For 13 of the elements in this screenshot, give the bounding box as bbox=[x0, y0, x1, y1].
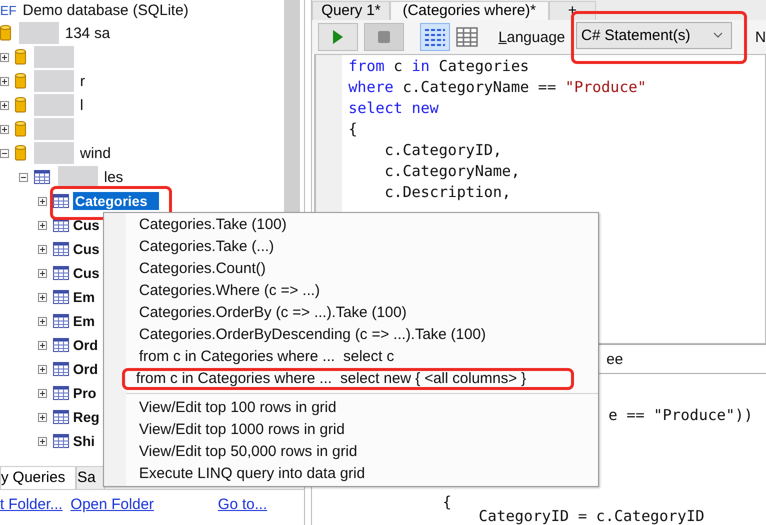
code-line: CategoryID = c.CategoryID bbox=[478, 507, 706, 525]
language-label: Language bbox=[498, 28, 566, 46]
code-line: c.Description, bbox=[384, 182, 512, 203]
code-line: e == "Produce")) bbox=[608, 405, 754, 426]
code-line: { bbox=[348, 119, 358, 140]
code-line: { bbox=[442, 492, 453, 513]
toolbar-label: N bbox=[755, 28, 766, 46]
code-line: where c.CategoryName == "Produce" bbox=[348, 77, 646, 98]
code-line: from c in Categories bbox=[348, 56, 530, 77]
code-line: c.CategoryID, bbox=[384, 140, 503, 161]
code-line: select new bbox=[348, 98, 440, 119]
code-line: c.CategoryName, bbox=[384, 161, 521, 182]
source-label: EF bbox=[0, 3, 17, 18]
